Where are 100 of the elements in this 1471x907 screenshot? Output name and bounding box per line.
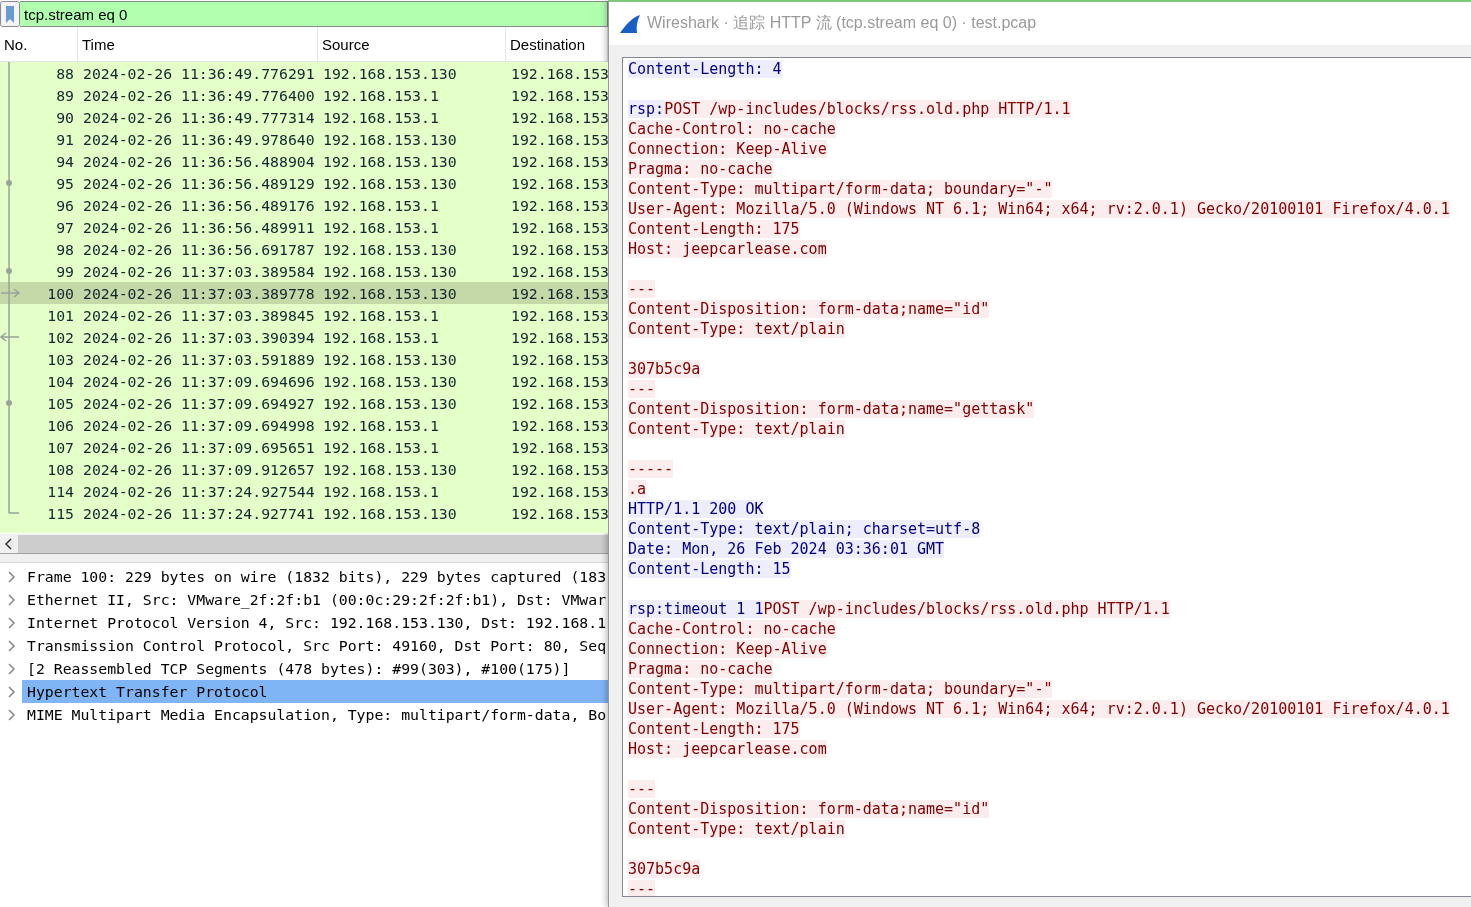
protocol-tree-item[interactable]: Hypertext Transfer Protocol <box>22 680 608 703</box>
packet-destination: 192.168.153 <box>511 328 608 346</box>
packet-destination: 192.168.153 <box>511 350 608 368</box>
display-filter-field[interactable]: tcp.stream eq 0 <box>20 1 608 27</box>
packet-number: 91 <box>56 130 74 148</box>
packet-source: 192.168.153.130 <box>323 152 457 170</box>
column-header[interactable]: Source <box>318 27 506 61</box>
client-stream-text: POST /wp-includes/blocks/rss.old.php HTTP/1.1 <box>763 600 1170 618</box>
column-header[interactable]: No. <box>0 27 78 61</box>
client-stream-text: Content-Disposition: form-data;name="id" <box>628 800 990 818</box>
packet-number: 107 <box>47 438 74 456</box>
packet-number: 99 <box>56 262 74 280</box>
packet-destination: 192.168.153 <box>511 460 608 478</box>
protocol-tree-item[interactable]: Ethernet II, Src: VMware_2f:2f:b1 (00:0c:29:2f:2f:b1), Dst: VMwar <box>22 588 608 611</box>
protocol-tree-item[interactable]: [2 Reassembled TCP Segments (478 bytes): #99(303), #100(175)] <box>22 657 608 680</box>
protocol-tree-item[interactable]: Frame 100: 229 bytes on wire (1832 bits), 229 bytes captured (183 <box>22 565 608 588</box>
protocol-tree-item[interactable]: MIME Multipart Media Encapsulation, Type: multipart/form-data, Bo <box>22 703 608 726</box>
packet-number: 98 <box>56 240 74 258</box>
expand-icon[interactable] <box>6 593 16 606</box>
packet-number: 100 <box>47 284 74 302</box>
client-stream-text: Pragma: no-cache <box>628 660 773 678</box>
client-stream-text: POST /wp-includes/blocks/rss.old.php HTTP/1.1 <box>664 100 1071 118</box>
client-stream-text: User-Agent: Mozilla/5.0 (Windows NT 6.1; Win64; x64; rv:2.0.1) Gecko/20100101 Firefox/4.0.1 <box>628 700 1450 718</box>
server-stream-text: rsp:timeout 1 1 <box>628 600 764 618</box>
packet-time: 2024-02-26 11:36:56.691787 <box>83 240 315 258</box>
packet-time: 2024-02-26 11:37:09.694696 <box>83 372 315 390</box>
packet-time: 2024-02-26 11:36:56.488904 <box>83 152 315 170</box>
packet-destination: 192.168.153 <box>511 196 608 214</box>
scroll-left-icon[interactable] <box>5 538 13 550</box>
packet-source: 192.168.153.130 <box>323 350 457 368</box>
packet-destination: 192.168.153 <box>511 152 608 170</box>
packet-time: 2024-02-26 11:37:03.390394 <box>83 328 315 346</box>
client-stream-text: Content-Length: 175 <box>628 720 800 738</box>
packet-destination: 192.168.153 <box>511 130 608 148</box>
client-stream-text: Content-Disposition: form-data;name="id" <box>628 300 990 318</box>
packet-destination: 192.168.153 <box>511 438 608 456</box>
packet-number: 115 <box>47 504 74 522</box>
client-stream-text: User-Agent: Mozilla/5.0 (Windows NT 6.1; Win64; x64; rv:2.0.1) Gecko/20100101 Firefox/4.0.1 <box>628 200 1450 218</box>
client-stream-text: Content-Type: text/plain <box>628 320 845 338</box>
packet-number: 95 <box>56 174 74 192</box>
client-stream-text: Connection: Keep-Alive <box>628 140 827 158</box>
packet-number: 96 <box>56 196 74 214</box>
client-stream-text: --- <box>628 280 656 298</box>
bookmark-icon[interactable] <box>0 1 20 27</box>
packet-row[interactable]: 100 2024-02-26 11:37:03.389778 192.168.153.130 192.168.153 <box>0 282 608 304</box>
packet-time: 2024-02-26 11:37:03.389845 <box>83 306 315 324</box>
packet-destination: 192.168.153 <box>511 416 608 434</box>
client-stream-text: ----- <box>628 460 674 478</box>
packet-source: 192.168.153.130 <box>323 240 457 258</box>
client-stream-text: Content-Type: multipart/form-data; boundary="-" <box>628 680 1053 698</box>
packet-source: 192.168.153.130 <box>323 394 457 412</box>
packet-destination: 192.168.153 <box>511 262 608 280</box>
expand-icon[interactable] <box>6 616 16 629</box>
packet-source: 192.168.153.130 <box>323 64 457 82</box>
packet-destination: 192.168.153 <box>511 504 608 522</box>
packet-number: 114 <box>47 482 74 500</box>
packet-source: 192.168.153.130 <box>323 174 457 192</box>
packet-source: 192.168.153.1 <box>323 306 439 324</box>
client-stream-text: .a <box>628 480 647 498</box>
packet-destination: 192.168.153 <box>511 394 608 412</box>
protocol-tree-item[interactable]: Internet Protocol Version 4, Src: 192.168.153.130, Dst: 192.168.1 <box>22 611 608 634</box>
client-stream-text: Content-Type: text/plain <box>628 820 845 838</box>
packet-source: 192.168.153.1 <box>323 218 439 236</box>
packet-time: 2024-02-26 11:37:24.927741 <box>83 504 315 522</box>
protocol-tree-item[interactable]: Transmission Control Protocol, Src Port: 49160, Dst Port: 80, Seq <box>22 634 608 657</box>
packet-source: 192.168.153.130 <box>323 262 457 280</box>
packet-time: 2024-02-26 11:36:49.777314 <box>83 108 315 126</box>
packet-source: 192.168.153.1 <box>323 86 439 104</box>
expand-icon[interactable] <box>6 708 16 721</box>
packet-destination: 192.168.153 <box>511 482 608 500</box>
packet-destination: 192.168.153 <box>511 240 608 258</box>
packet-time: 2024-02-26 11:37:09.912657 <box>83 460 315 478</box>
packet-number: 102 <box>47 328 74 346</box>
packet-time: 2024-02-26 11:37:03.389778 <box>83 284 315 302</box>
expand-icon[interactable] <box>6 685 16 698</box>
stream-text-area[interactable] <box>622 57 1471 897</box>
packet-source: 192.168.153.130 <box>323 372 457 390</box>
packet-time: 2024-02-26 11:37:03.389584 <box>83 262 315 280</box>
shark-fin-icon <box>619 13 641 34</box>
packet-destination: 192.168.153 <box>511 372 608 390</box>
packet-source: 192.168.153.130 <box>323 284 457 302</box>
server-stream-text: Date: Mon, 26 Feb 2024 03:36:01 GMT <box>628 540 945 558</box>
server-stream-text: Content-Type: text/plain; charset=utf-8 <box>628 520 981 538</box>
expand-icon[interactable] <box>6 639 16 652</box>
expand-icon[interactable] <box>6 570 16 583</box>
packet-source: 192.168.153.1 <box>323 328 439 346</box>
client-stream-text: Cache-Control: no-cache <box>628 120 836 138</box>
client-stream-text: Host: jeepcarlease.com <box>628 740 827 758</box>
horizontal-scrollbar[interactable] <box>0 534 608 553</box>
packet-number: 101 <box>47 306 74 324</box>
expand-icon[interactable] <box>6 662 16 675</box>
packet-source: 192.168.153.130 <box>323 130 457 148</box>
client-stream-text: Content-Type: multipart/form-data; boundary="-" <box>628 180 1053 198</box>
packet-time: 2024-02-26 11:37:09.694927 <box>83 394 315 412</box>
server-stream-text: Content-Length: 15 <box>628 560 791 578</box>
packet-number: 90 <box>56 108 74 126</box>
client-stream-text: --- <box>628 880 656 896</box>
column-header[interactable]: Time <box>78 27 318 61</box>
client-stream-text: --- <box>628 780 656 798</box>
packet-source: 192.168.153.130 <box>323 504 457 522</box>
